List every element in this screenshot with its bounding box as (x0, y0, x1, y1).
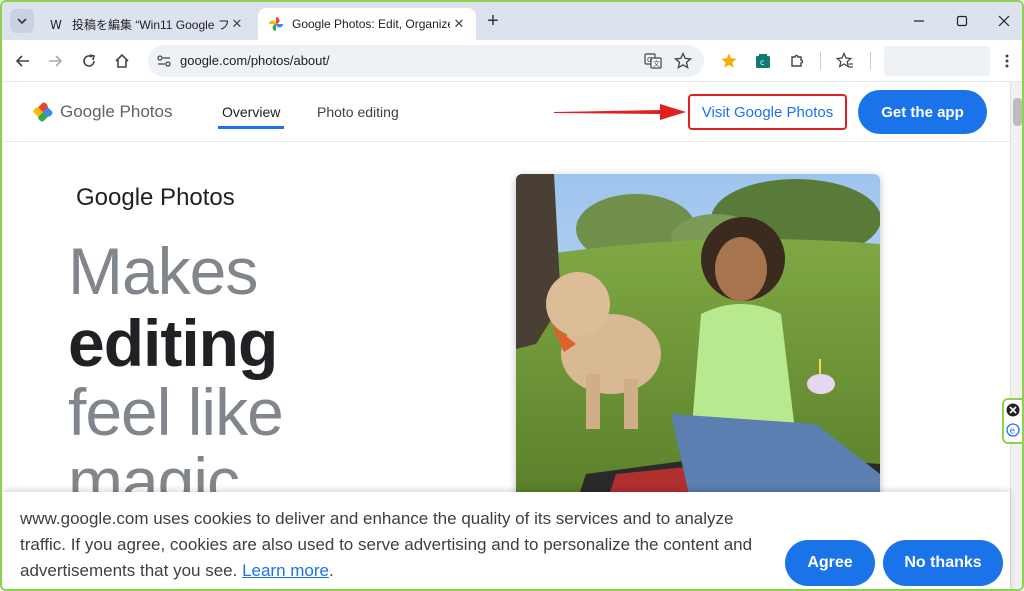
svg-text:c: c (760, 58, 764, 67)
learn-more-link[interactable]: Learn more (242, 561, 329, 580)
close-window-button[interactable] (982, 8, 1022, 34)
reload-button[interactable] (76, 48, 102, 74)
close-circle-icon[interactable] (1006, 403, 1020, 422)
tab-search-button[interactable] (10, 9, 34, 33)
browser-toolbar: google.com/photos/about/ G文 c (2, 40, 1022, 82)
nav-overview[interactable]: Overview (222, 104, 280, 120)
svg-text:W: W (50, 18, 62, 31)
extensions-menu-button[interactable] (784, 48, 810, 74)
profile-button[interactable] (884, 46, 990, 76)
maximize-button[interactable] (940, 8, 984, 34)
cookie-message-text: www.google.com uses cookies to deliver a… (20, 509, 753, 580)
hero-headline-line3: feel like (68, 375, 284, 449)
address-bar[interactable]: google.com/photos/about/ G文 (148, 45, 704, 77)
translate-icon[interactable]: G文 (644, 52, 662, 75)
google-photos-favicon-icon (268, 16, 284, 32)
favorites-star-button[interactable] (716, 48, 742, 74)
scroll-thumb[interactable] (1013, 98, 1022, 126)
close-icon (998, 15, 1010, 27)
favorites-list-icon (836, 52, 853, 68)
tab-wordpress-edit[interactable]: W 投稿を編集 “Win11 Google フォト ✕ (40, 8, 254, 40)
get-the-app-button[interactable]: Get the app (858, 90, 987, 134)
url-text: google.com/photos/about/ (180, 53, 330, 68)
close-icon[interactable]: ✕ (228, 15, 246, 33)
cookie-banner: www.google.com uses cookies to deliver a… (2, 492, 1010, 589)
visit-google-photos-link[interactable]: Visit Google Photos (688, 94, 847, 130)
toolbar-divider (820, 52, 821, 70)
svg-text:e: e (1010, 427, 1016, 437)
side-widget: e (1002, 398, 1022, 444)
home-button[interactable] (109, 48, 135, 74)
arrow-left-icon (15, 55, 29, 67)
chevron-down-icon (17, 18, 27, 25)
svg-text:文: 文 (653, 59, 660, 68)
hero-photo (516, 174, 880, 504)
page-scrollbar[interactable] (1010, 82, 1022, 589)
reload-icon (83, 54, 95, 67)
forward-button[interactable] (42, 48, 68, 74)
no-thanks-button[interactable]: No thanks (883, 540, 1003, 586)
hero-headline-line1: Makes (68, 234, 258, 308)
tab-strip: W 投稿を編集 “Win11 Google フォト ✕ Google Photo… (2, 2, 1022, 40)
agree-button[interactable]: Agree (785, 540, 875, 586)
bookmark-star-icon[interactable] (673, 51, 693, 75)
nav-photo-editing[interactable]: Photo editing (317, 104, 399, 120)
cookie-message: www.google.com uses cookies to deliver a… (20, 506, 780, 584)
cookie-message-period: . (329, 561, 334, 580)
back-button[interactable] (10, 48, 36, 74)
logo-text: Google Photos (60, 102, 173, 121)
wordpress-favicon-icon: W (48, 16, 64, 32)
minimize-button[interactable] (897, 8, 941, 34)
extension-icon: c (756, 54, 770, 68)
site-info-icon[interactable] (156, 53, 172, 74)
puzzle-icon (791, 54, 804, 67)
star-filled-icon (721, 53, 737, 68)
svg-text:G: G (647, 56, 652, 64)
more-vert-icon (1005, 54, 1009, 68)
browser-window: W 投稿を編集 “Win11 Google フォト ✕ Google Photo… (0, 0, 1024, 591)
site-header: Google Photos Overview Photo editing Vis… (2, 82, 1010, 142)
tab-title: 投稿を編集 “Win11 Google フォト (72, 17, 228, 32)
new-tab-button[interactable]: + (482, 10, 504, 32)
google-photos-pinwheel-icon (33, 102, 53, 122)
extension-button[interactable]: c (750, 48, 776, 74)
hero-brand: Google Photos (76, 184, 235, 211)
settings-menu-button[interactable] (994, 48, 1020, 74)
arrow-right-icon (49, 55, 63, 67)
maximize-icon (956, 15, 968, 27)
favorites-button[interactable] (832, 48, 858, 74)
minimize-icon (914, 20, 924, 22)
hero-headline-line2: editing (68, 306, 278, 380)
home-icon (115, 53, 129, 68)
tab-title: Google Photos: Edit, Organize, S (292, 17, 450, 31)
close-icon[interactable]: ✕ (450, 15, 468, 33)
google-photos-logo[interactable]: Google Photos (32, 101, 172, 123)
toolbar-divider (870, 52, 871, 70)
e-badge-icon[interactable]: e (1006, 423, 1020, 442)
annotation-arrow (554, 104, 686, 120)
tab-google-photos[interactable]: Google Photos: Edit, Organize, S ✕ (258, 8, 476, 40)
nav-active-indicator (218, 126, 284, 129)
